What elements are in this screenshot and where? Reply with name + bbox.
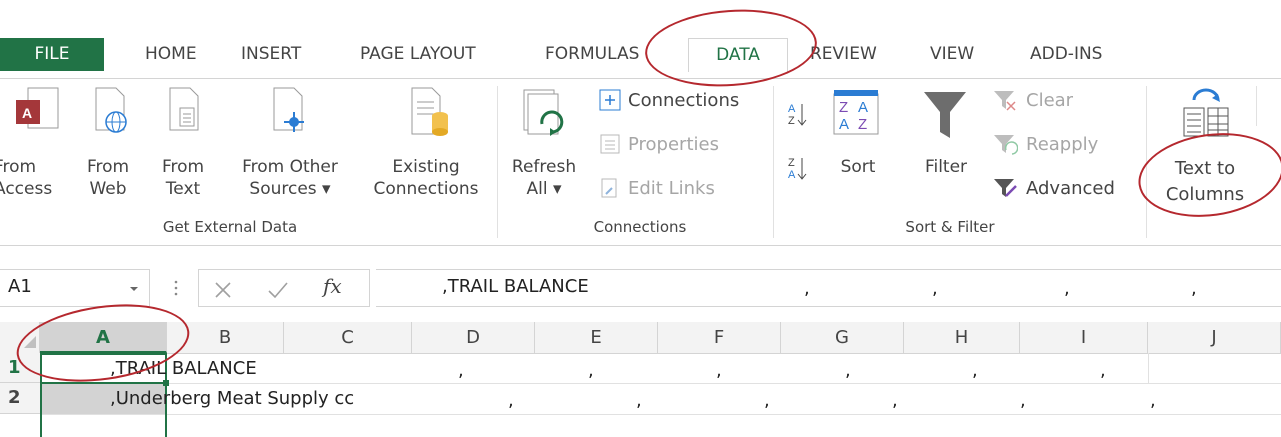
tab-page-layout[interactable]: PAGE LAYOUT bbox=[360, 38, 476, 71]
cell-comma: , bbox=[458, 360, 464, 381]
cell-comma: , bbox=[588, 360, 594, 381]
tab-view[interactable]: VIEW bbox=[930, 38, 974, 71]
column-header-c[interactable]: C bbox=[284, 322, 412, 353]
sort-ascending-icon: A Z bbox=[788, 103, 807, 127]
group-separator bbox=[773, 86, 774, 238]
tab-add-ins[interactable]: ADD-INS bbox=[1030, 38, 1102, 71]
edit-links-button: Edit Links bbox=[598, 176, 758, 202]
edit-links-icon bbox=[601, 178, 617, 198]
funnel-icon bbox=[924, 92, 966, 138]
cell-comma: , bbox=[1020, 390, 1026, 411]
ribbon-tab-bar: FILE HOME INSERT PAGE LAYOUT FORMULAS DA… bbox=[0, 0, 1281, 79]
tab-file[interactable]: FILE bbox=[0, 38, 104, 71]
advanced-filter-button[interactable]: Advanced bbox=[992, 176, 1132, 202]
connections-icon bbox=[599, 89, 621, 111]
vertical-dots-icon bbox=[174, 280, 178, 296]
from-access-button[interactable]: A FromAccess bbox=[0, 86, 80, 206]
column-header-h[interactable]: H bbox=[904, 322, 1020, 353]
existing-connections-icon bbox=[411, 87, 448, 136]
cell-a2-text: ,Underberg Meat Supply cc bbox=[110, 388, 355, 409]
clear-filter-button: Clear bbox=[992, 88, 1122, 114]
column-header-g[interactable]: G bbox=[781, 322, 904, 353]
enter-check-icon[interactable] bbox=[267, 280, 289, 300]
cell-comma: , bbox=[764, 390, 770, 411]
sort-button[interactable]: Z A A Z Sort bbox=[828, 88, 888, 208]
sort-a-to-z-button[interactable]: A Z bbox=[786, 100, 810, 130]
column-header-i[interactable]: I bbox=[1020, 322, 1148, 353]
row-header-2[interactable]: 2 bbox=[0, 383, 40, 414]
svg-text:Z: Z bbox=[858, 116, 867, 133]
existing-connections-button[interactable]: Existing Connections bbox=[364, 86, 488, 206]
cancel-icon[interactable] bbox=[213, 280, 233, 300]
cell-comma: , bbox=[1100, 360, 1106, 381]
properties-button: Properties bbox=[598, 132, 758, 158]
globe-document-icon bbox=[95, 87, 127, 133]
other-sources-icon bbox=[273, 87, 304, 132]
tab-formulas[interactable]: FORMULAS bbox=[545, 38, 639, 71]
cell-comma: , bbox=[972, 360, 978, 381]
advanced-filter-icon bbox=[994, 179, 1017, 197]
tab-review[interactable]: REVIEW bbox=[810, 38, 877, 71]
formula-input[interactable]: ,TRAIL BALANCE , , , , bbox=[376, 269, 1281, 307]
cell-comma: , bbox=[636, 390, 642, 411]
access-icon: A bbox=[16, 87, 59, 129]
text-document-icon bbox=[169, 87, 199, 131]
svg-text:Z: Z bbox=[788, 115, 795, 127]
chevron-down-icon[interactable] bbox=[128, 284, 140, 294]
properties-icon bbox=[600, 134, 620, 154]
cell-comma: , bbox=[716, 360, 722, 381]
group-label-get-external-data: Get External Data bbox=[162, 218, 298, 236]
refresh-all-button[interactable]: Refresh All ▾ bbox=[506, 86, 582, 206]
cell-comma: , bbox=[845, 360, 851, 381]
group-separator bbox=[1256, 86, 1257, 126]
from-access-label: FromAccess bbox=[0, 157, 53, 199]
column-header-e[interactable]: E bbox=[535, 322, 658, 353]
svg-text:Z: Z bbox=[788, 157, 795, 169]
refresh-icon bbox=[523, 89, 564, 136]
sort-dialog-icon: Z A A Z bbox=[833, 90, 879, 135]
name-box[interactable]: A1 bbox=[0, 269, 150, 307]
svg-text:A: A bbox=[788, 169, 796, 181]
cell-comma: , bbox=[508, 390, 514, 411]
reapply-button: Reapply bbox=[992, 132, 1122, 158]
formula-buttons: fx bbox=[198, 269, 370, 307]
tab-insert[interactable]: INSERT bbox=[241, 38, 301, 71]
cell-comma: , bbox=[892, 390, 898, 411]
sort-z-to-a-button[interactable]: Z A bbox=[786, 154, 810, 184]
svg-text:A: A bbox=[22, 105, 32, 121]
clear-filter-icon bbox=[994, 91, 1016, 111]
svg-text:A: A bbox=[839, 116, 849, 133]
filter-button[interactable]: Filter bbox=[910, 88, 982, 208]
svg-text:A: A bbox=[858, 99, 868, 116]
group-separator bbox=[497, 86, 498, 238]
formula-bar: A1 fx ,TRAIL BALANCE , , , , bbox=[0, 265, 1281, 311]
group-label-connections: Connections bbox=[593, 218, 687, 236]
connections-button[interactable]: Connections bbox=[598, 88, 758, 114]
column-header-j[interactable]: J bbox=[1148, 322, 1281, 353]
from-other-sources-button[interactable]: From Other Sources ▾ bbox=[228, 86, 352, 206]
svg-text:A: A bbox=[788, 103, 796, 115]
sort-descending-icon: Z A bbox=[788, 157, 807, 181]
reapply-icon bbox=[994, 135, 1018, 155]
from-text-button[interactable]: From Text bbox=[160, 86, 210, 206]
column-header-f[interactable]: F bbox=[658, 322, 781, 353]
column-header-d[interactable]: D bbox=[412, 322, 535, 353]
tab-home[interactable]: HOME bbox=[145, 38, 197, 71]
cell-comma: , bbox=[1150, 390, 1156, 411]
svg-text:Z: Z bbox=[839, 99, 848, 116]
group-label-sort-filter: Sort & Filter bbox=[905, 218, 995, 236]
from-web-button[interactable]: From Web bbox=[82, 86, 132, 206]
insert-function-icon[interactable]: fx bbox=[323, 274, 342, 298]
